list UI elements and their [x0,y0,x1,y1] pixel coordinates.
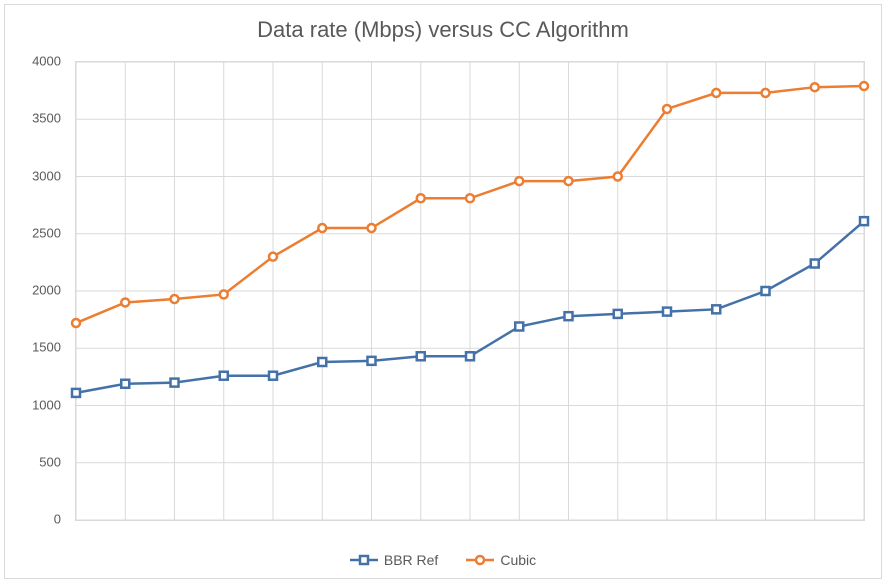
data-marker [269,372,277,380]
data-marker [614,310,622,318]
data-marker [220,290,228,298]
data-marker [663,308,671,316]
gridlines [76,62,864,520]
data-marker [417,352,425,360]
data-marker [466,194,474,202]
data-marker [762,287,770,295]
data-marker [318,224,326,232]
legend-label: Cubic [500,552,536,568]
legend-label: BBR Ref [384,552,438,568]
y-tick-label: 2000 [32,283,61,298]
data-marker [811,260,819,268]
data-marker [515,177,523,185]
y-axis-labels: 05001000150020002500300035004000 [5,61,67,521]
data-marker [318,358,326,366]
data-marker [712,305,720,313]
data-marker [171,379,179,387]
data-marker [565,177,573,185]
data-marker [368,357,376,365]
square-marker-icon [350,553,378,567]
legend: BBR Ref Cubic [5,552,881,568]
data-marker [663,105,671,113]
y-tick-label: 500 [39,454,61,469]
data-marker [515,322,523,330]
y-tick-label: 3500 [32,111,61,126]
data-marker [121,380,129,388]
data-marker [171,295,179,303]
data-marker [565,312,573,320]
plot-area [75,61,865,521]
data-marker [72,389,80,397]
data-marker [72,319,80,327]
data-marker [614,173,622,181]
chart-title: Data rate (Mbps) versus CC Algorithm [5,17,881,43]
chart-frame: Data rate (Mbps) versus CC Algorithm 0 50… [4,4,882,579]
legend-item: Cubic [466,552,536,568]
data-marker [417,194,425,202]
data-marker [860,82,868,90]
y-tick-label: 3000 [32,168,61,183]
y-tick-label: 1500 [32,340,61,355]
y-tick-label: 1000 [32,397,61,412]
data-marker [712,89,720,97]
data-marker [121,298,129,306]
data-marker [860,217,868,225]
data-marker [269,253,277,261]
data-marker [811,83,819,91]
data-marker [220,372,228,380]
y-tick-label: 4000 [32,54,61,69]
circle-marker-icon [466,553,494,567]
y-tick-label: 0 [54,512,61,527]
data-marker [762,89,770,97]
data-marker [368,224,376,232]
data-marker [466,352,474,360]
y-tick-label: 2500 [32,225,61,240]
legend-item: BBR Ref [350,552,438,568]
